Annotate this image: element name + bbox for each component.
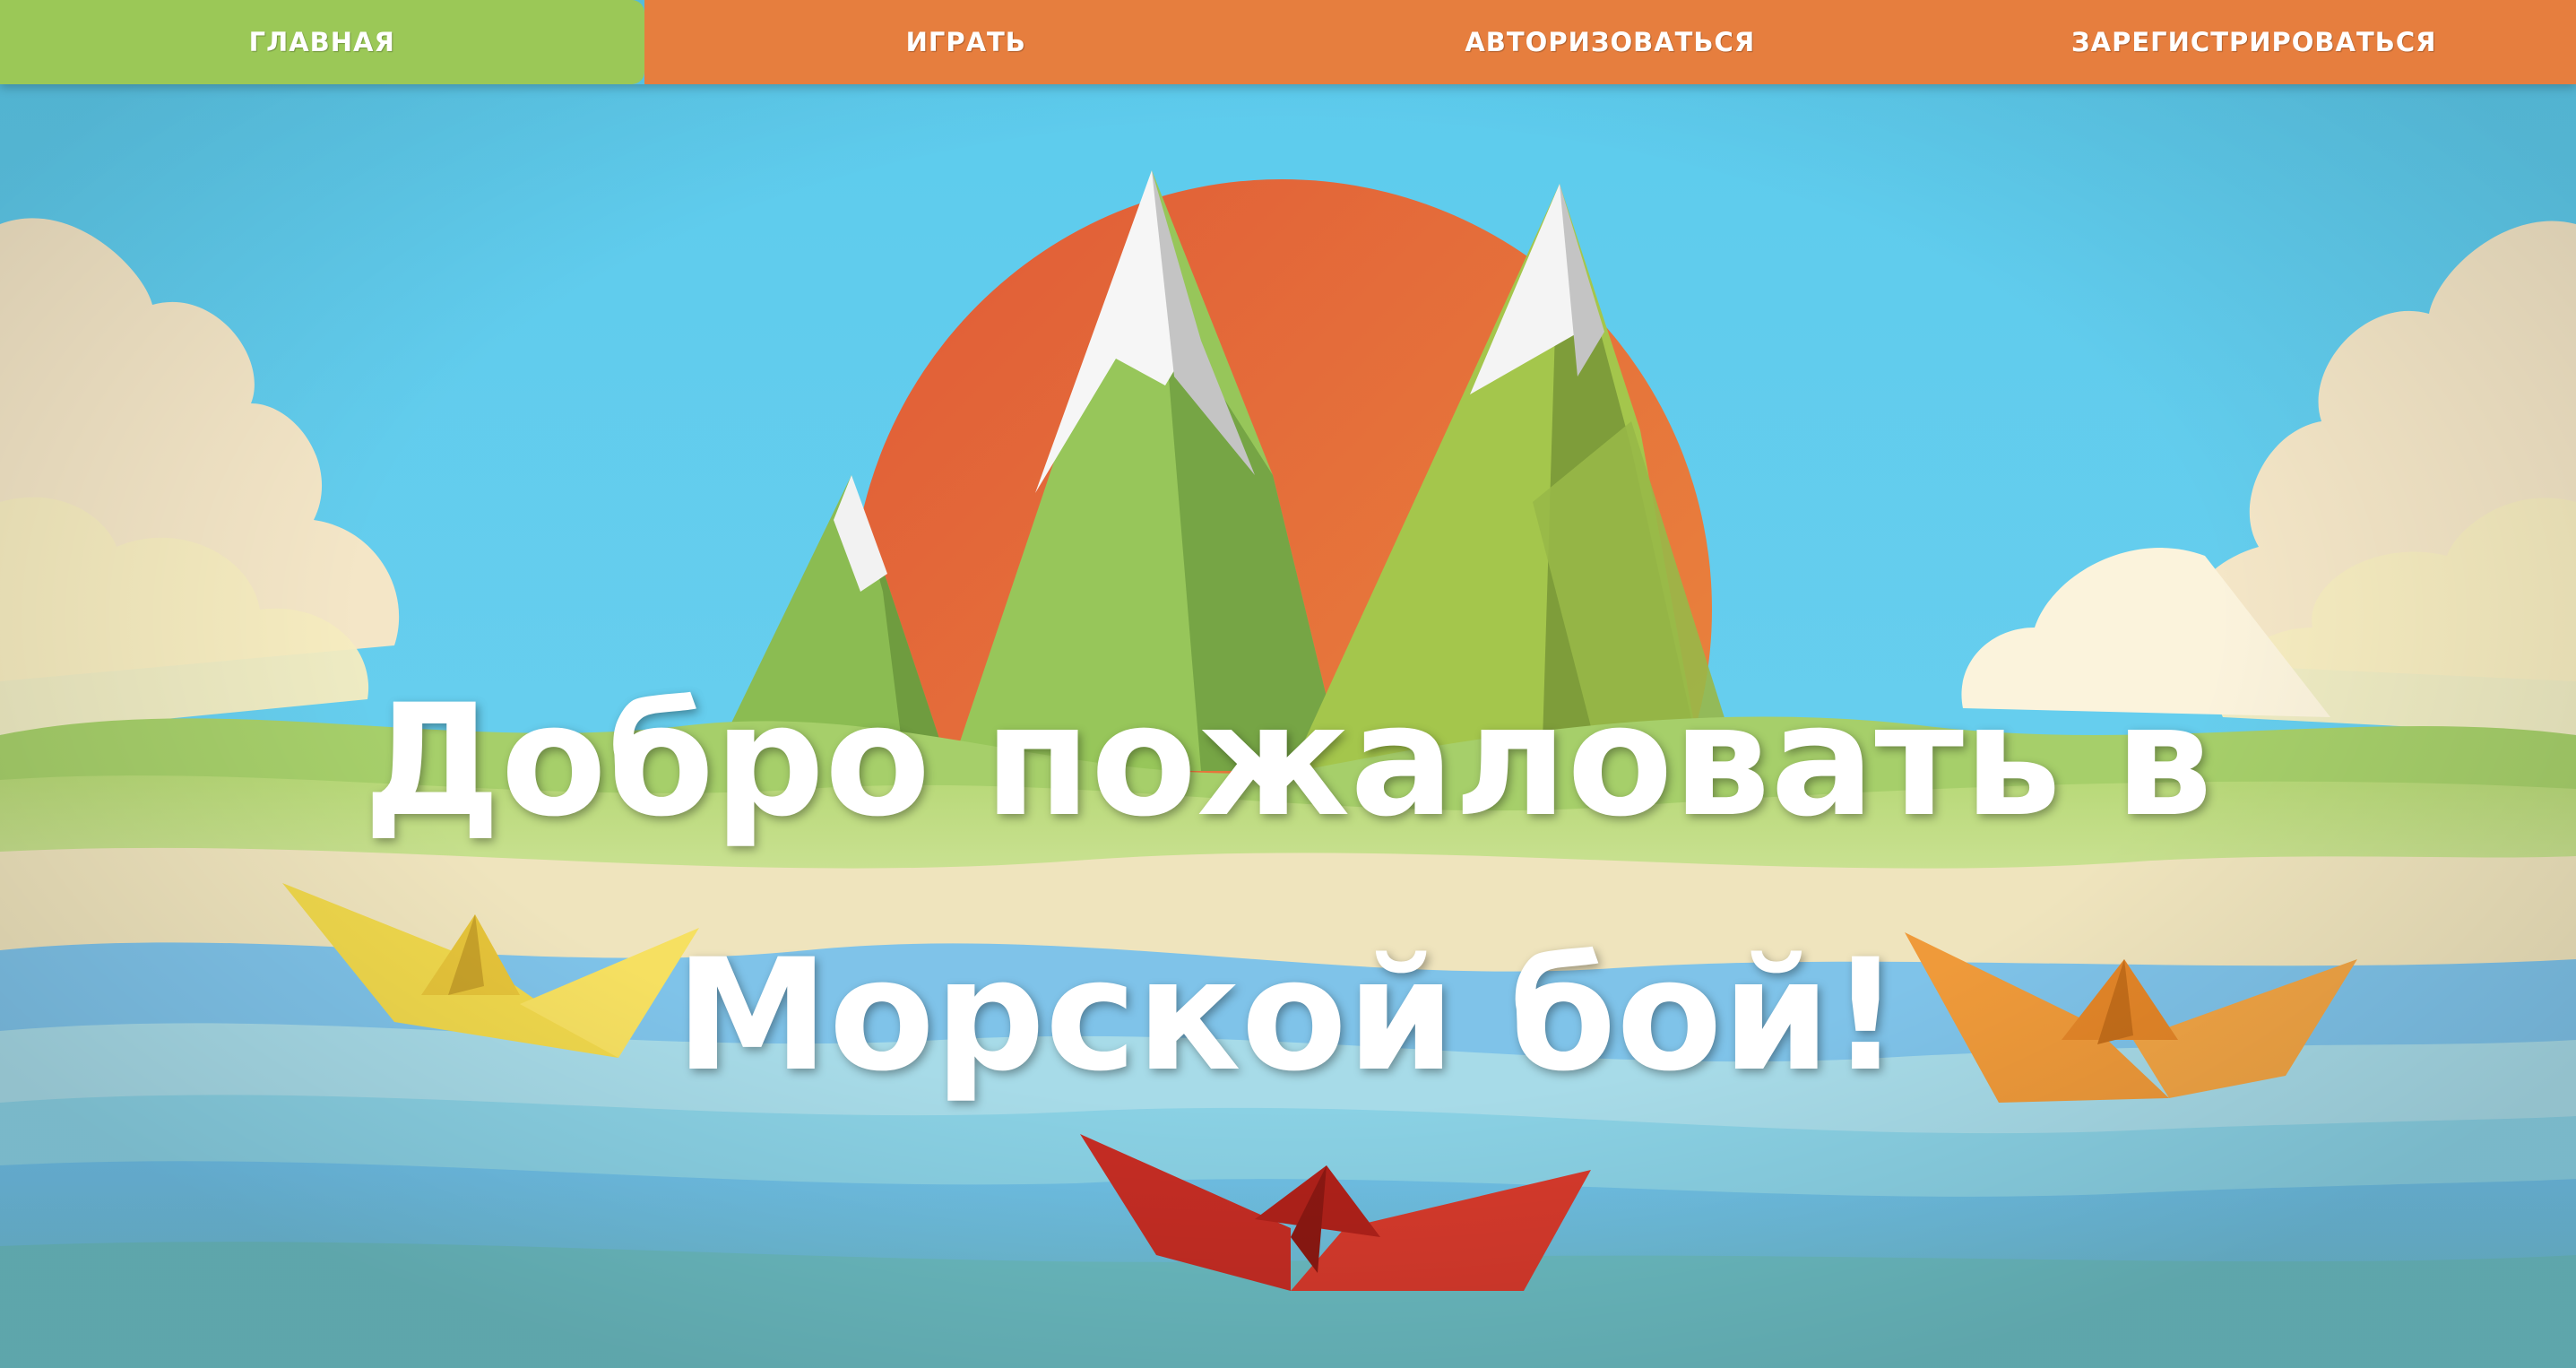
top-navigation: ГЛАВНАЯ ИГРАТЬ АВТОРИЗОВАТЬСЯ ЗАРЕГИСТРИ… bbox=[0, 0, 2576, 84]
nav-play-button[interactable]: ИГРАТЬ bbox=[644, 0, 1288, 84]
nav-home-button[interactable]: ГЛАВНАЯ bbox=[0, 0, 644, 84]
hero-title-line-2: Морской бой! bbox=[675, 925, 1901, 1106]
hero-title: Добро пожаловать в Морской бой! bbox=[0, 634, 2576, 1143]
nav-login-button[interactable]: АВТОРИЗОВАТЬСЯ bbox=[1288, 0, 1932, 84]
nav-register-button[interactable]: ЗАРЕГИСТРИРОВАТЬСЯ bbox=[1932, 0, 2576, 84]
hero-title-line-1: Добро пожаловать в bbox=[363, 671, 2213, 852]
